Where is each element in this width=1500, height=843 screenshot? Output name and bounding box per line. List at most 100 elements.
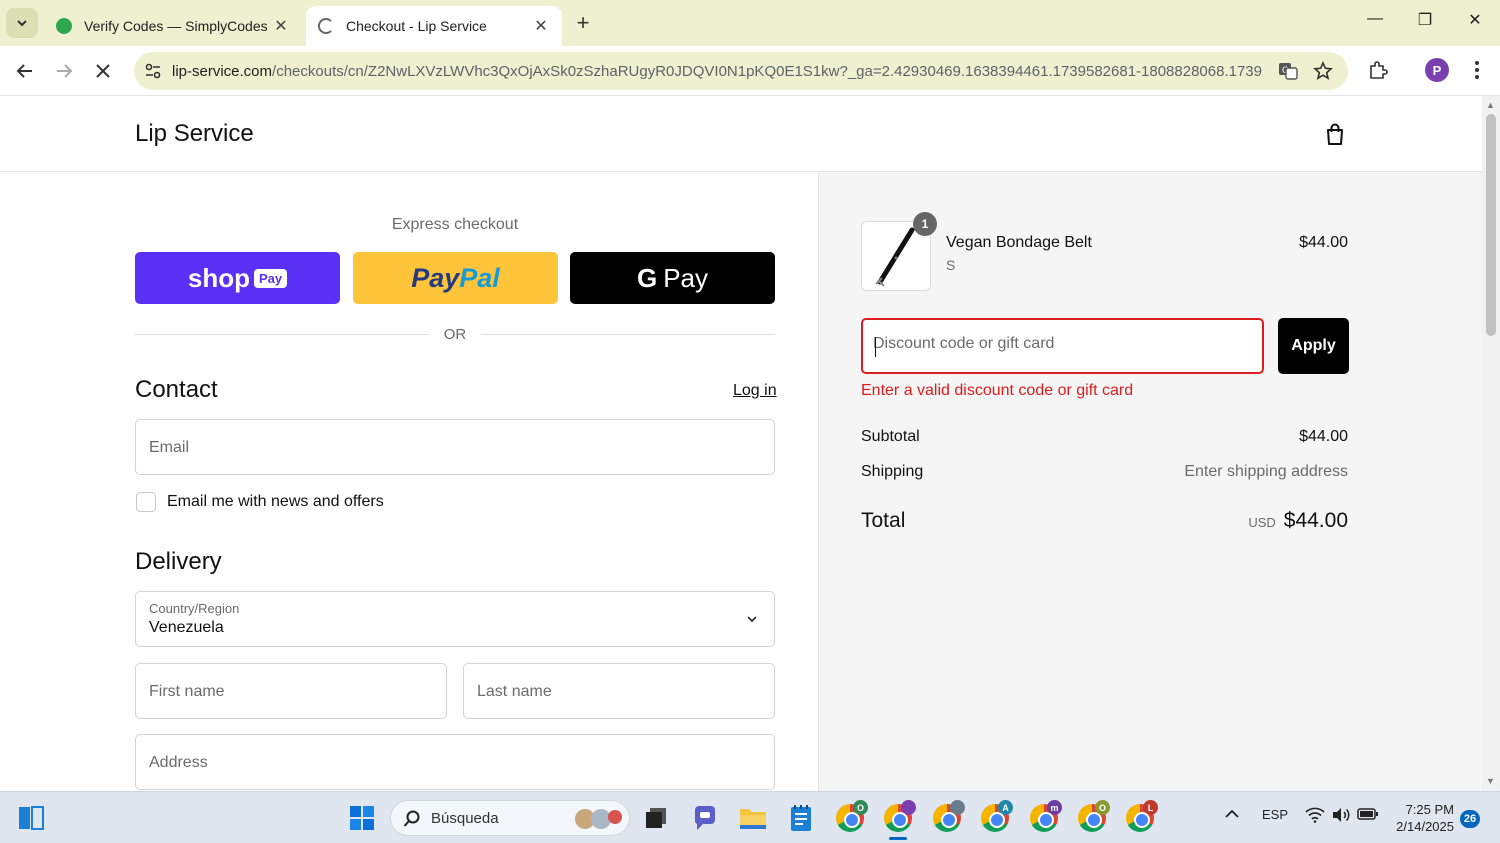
chevron-down-icon — [747, 616, 757, 623]
subtotal-value: $44.00 — [1299, 428, 1348, 445]
discount-error-message: Enter a valid discount code or gift card — [861, 382, 1134, 399]
profile-badge — [901, 800, 916, 815]
url-text: lip-service.com/checkouts/cn/Z2NwLXVzLWV… — [172, 63, 1262, 80]
checkout-form: Express checkout shop Pay Pay Pal G Pay O… — [0, 172, 818, 791]
paypal-button[interactable]: Pay Pal — [353, 252, 558, 304]
new-tab-button[interactable]: + — [570, 10, 596, 36]
browser-tab-bar: Verify Codes — SimplyCodes ✕ Checkout - … — [0, 0, 1500, 46]
restore-button[interactable]: ❐ — [1410, 10, 1440, 30]
tab-search-button[interactable] — [6, 8, 38, 38]
page-scrollbar[interactable]: ▲ ▼ — [1482, 96, 1500, 791]
forward-button[interactable] — [49, 56, 79, 86]
scroll-up-icon[interactable]: ▲ — [1486, 100, 1495, 110]
email-field[interactable]: Email — [135, 419, 775, 475]
delivery-heading: Delivery — [135, 548, 222, 575]
login-link[interactable]: Log in — [733, 382, 777, 400]
first-name-field[interactable]: First name — [135, 663, 447, 719]
chrome-profile-icon-5[interactable]: m — [1028, 800, 1062, 834]
last-name-placeholder: Last name — [477, 683, 552, 700]
close-window-button[interactable]: ✕ — [1460, 10, 1490, 30]
profile-badge: O — [1095, 800, 1110, 815]
loading-favicon-icon — [318, 18, 334, 34]
shopping-bag-icon[interactable] — [1323, 122, 1347, 146]
divider — [135, 334, 429, 335]
tab-simplycodes[interactable]: Verify Codes — SimplyCodes ✕ — [44, 6, 302, 46]
last-name-field[interactable]: Last name — [463, 663, 775, 719]
taskbar-search[interactable]: Búsqueda — [390, 800, 630, 836]
kebab-menu-icon[interactable] — [1465, 58, 1489, 82]
chrome-icon: L — [1126, 800, 1158, 832]
chrome-profile-icon-3[interactable] — [931, 800, 965, 834]
shop-pay-badge: Pay — [253, 268, 288, 288]
google-pay-button[interactable]: G Pay — [570, 252, 775, 304]
star-bookmark-icon[interactable] — [1311, 59, 1335, 83]
notification-badge[interactable]: 26 — [1460, 810, 1480, 828]
discount-field[interactable] — [861, 318, 1264, 374]
chrome-profile-icon-7[interactable]: L — [1124, 800, 1158, 834]
product-name: Vegan Bondage Belt — [946, 234, 1092, 251]
address-bar[interactable]: lip-service.com/checkouts/cn/Z2NwLXVzLWV… — [134, 52, 1348, 90]
chrome-icon: m — [1030, 800, 1062, 832]
profile-badge — [950, 800, 965, 815]
profile-avatar[interactable]: P — [1425, 58, 1449, 82]
total-value: $44.00 — [1283, 509, 1348, 532]
chrome-profile-icon-4[interactable]: A — [979, 800, 1013, 834]
discount-input[interactable] — [873, 335, 1253, 353]
notepad-icon[interactable] — [785, 802, 817, 834]
chrome-icon: A — [981, 800, 1013, 832]
language-indicator[interactable]: ESP — [1262, 807, 1288, 822]
shop-name[interactable]: Lip Service — [135, 120, 254, 148]
close-tab-icon[interactable]: ✕ — [272, 16, 290, 36]
chrome-profile-icon-1[interactable]: O — [834, 800, 868, 834]
task-view-icon[interactable] — [640, 802, 672, 834]
total-label: Total — [861, 509, 906, 532]
battery-icon[interactable] — [1357, 807, 1379, 824]
site-info-icon[interactable] — [144, 62, 162, 80]
newsletter-checkbox[interactable] — [136, 492, 156, 512]
shop-pay-button[interactable]: shop Pay — [135, 252, 340, 304]
google-pay-wordmark: Pay — [663, 262, 709, 293]
back-button[interactable] — [10, 56, 40, 86]
tab-checkout[interactable]: Checkout - Lip Service ✕ — [306, 6, 562, 46]
windows-taskbar: Búsqueda O A m O L ESP 7:25 PM 2/14/2025… — [0, 791, 1500, 843]
widgets-icon[interactable] — [15, 802, 47, 834]
text-caret — [875, 337, 876, 357]
address-field[interactable]: Address — [135, 734, 775, 790]
order-summary: 1 Vegan Bondage Belt S $44.00 Apply Ente… — [818, 172, 1482, 791]
divider — [481, 334, 775, 335]
volume-icon[interactable] — [1331, 807, 1351, 826]
chevron-up-icon[interactable] — [1224, 807, 1240, 823]
extensions-puzzle-icon[interactable] — [1366, 58, 1390, 82]
profile-badge: A — [998, 800, 1013, 815]
minimize-button[interactable]: — — [1360, 10, 1390, 28]
arrow-left-icon — [16, 64, 32, 78]
chrome-profile-icon-6[interactable]: O — [1076, 800, 1110, 834]
wifi-icon[interactable] — [1305, 807, 1325, 826]
clock-time: 7:25 PM — [1405, 802, 1454, 817]
chat-app-icon[interactable] — [689, 802, 721, 834]
google-g-icon: G — [636, 262, 658, 293]
total-amount: USD $44.00 — [1248, 509, 1348, 533]
url-host: lip-service.com — [172, 63, 273, 80]
stop-loading-button[interactable] — [88, 56, 118, 86]
chrome-icon: O — [1078, 800, 1110, 832]
scroll-down-icon[interactable]: ▼ — [1486, 776, 1495, 786]
translate-icon[interactable]: G — [1276, 59, 1300, 83]
scroll-thumb[interactable] — [1486, 114, 1496, 336]
chrome-profile-icon-2[interactable] — [882, 800, 916, 834]
search-label: Búsqueda — [431, 810, 499, 827]
close-tab-icon[interactable]: ✕ — [532, 16, 550, 36]
apply-discount-button[interactable]: Apply — [1278, 318, 1349, 374]
file-explorer-icon[interactable] — [737, 802, 769, 834]
shipping-value: Enter shipping address — [1184, 463, 1348, 480]
product-price: $44.00 — [1299, 234, 1348, 251]
windows-start-icon[interactable] — [346, 802, 378, 834]
profile-badge: L — [1143, 800, 1158, 815]
express-checkout-label: Express checkout — [391, 216, 519, 233]
taskbar-clock[interactable]: 7:25 PM 2/14/2025 — [1392, 801, 1454, 835]
chevron-down-icon — [17, 20, 27, 27]
search-highlight-icon — [575, 809, 622, 829]
country-select[interactable]: Country/Region Venezuela — [135, 591, 775, 647]
paypal-wordmark-pal: Pal — [459, 262, 500, 293]
product-variant: S — [946, 257, 956, 273]
